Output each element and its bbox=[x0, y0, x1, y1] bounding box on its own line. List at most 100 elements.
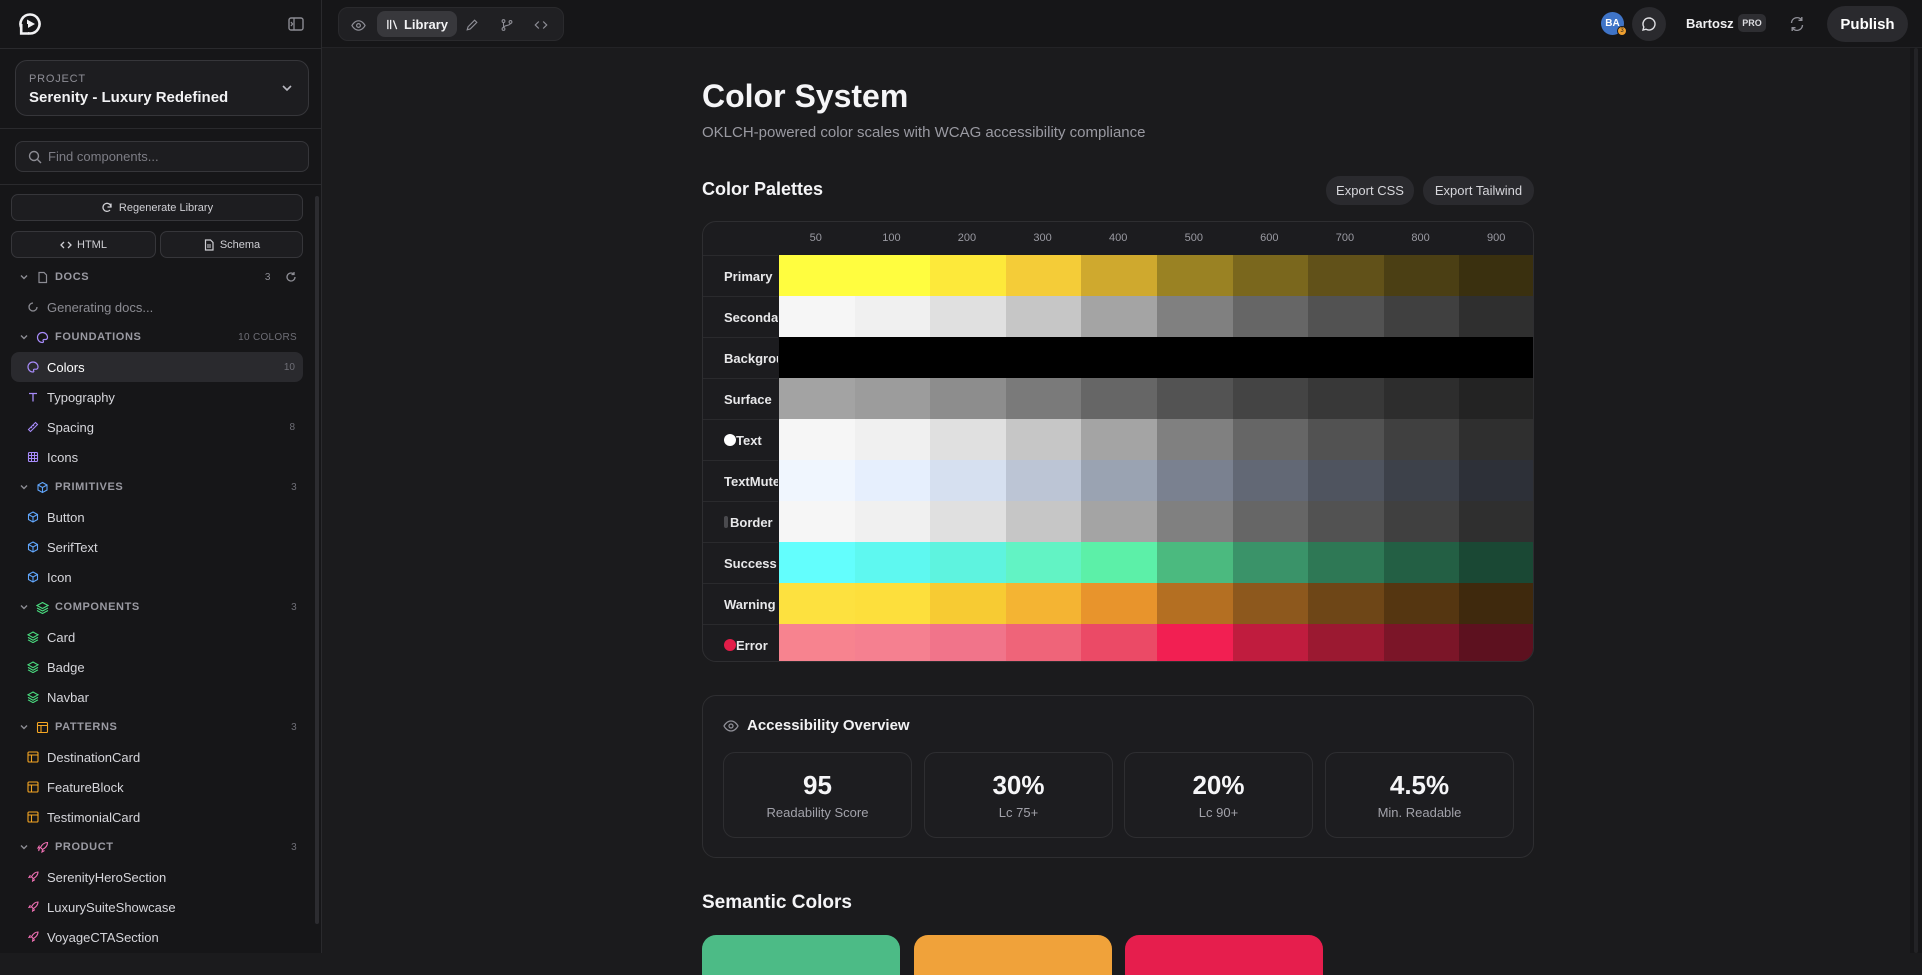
color-swatch-primary-600[interactable] bbox=[1232, 255, 1309, 296]
color-swatch-warning-400[interactable] bbox=[1081, 583, 1157, 624]
color-swatch-border-700[interactable] bbox=[1308, 501, 1384, 542]
export-tailwind-button[interactable]: Export Tailwind bbox=[1423, 176, 1534, 205]
nav-item-icon[interactable]: Icon bbox=[11, 562, 303, 592]
semantic-color-card-success[interactable] bbox=[702, 935, 900, 975]
color-swatch-surface-500[interactable] bbox=[1156, 378, 1233, 419]
color-swatch-warning-500[interactable] bbox=[1156, 583, 1233, 624]
color-swatch-surface-300[interactable] bbox=[1005, 378, 1082, 419]
color-swatch-background-700[interactable] bbox=[1308, 337, 1384, 378]
color-swatch-success-100[interactable] bbox=[854, 542, 931, 583]
nav-item-colors[interactable]: Colors 10 bbox=[11, 352, 303, 382]
schema-button[interactable]: Schema bbox=[160, 231, 303, 258]
color-swatch-warning-600[interactable] bbox=[1232, 583, 1309, 624]
publish-button[interactable]: Publish bbox=[1827, 6, 1908, 42]
color-swatch-border-800[interactable] bbox=[1383, 501, 1460, 542]
color-swatch-background-400[interactable] bbox=[1081, 337, 1157, 378]
color-swatch-error-200[interactable] bbox=[930, 624, 1006, 661]
color-swatch-text-300[interactable] bbox=[1005, 419, 1082, 460]
app-logo-icon[interactable] bbox=[18, 12, 42, 36]
search-input[interactable] bbox=[48, 142, 298, 171]
nav-item-badge[interactable]: Badge bbox=[11, 652, 303, 682]
color-swatch-surface-100[interactable] bbox=[854, 378, 931, 419]
section-product[interactable]: PRODUCT 3 bbox=[11, 832, 303, 862]
color-swatch-border-600[interactable] bbox=[1232, 501, 1309, 542]
color-swatch-secondary-300[interactable] bbox=[1005, 296, 1082, 337]
color-swatch-success-700[interactable] bbox=[1308, 542, 1384, 583]
color-swatch-text-400[interactable] bbox=[1081, 419, 1157, 460]
color-swatch-background-200[interactable] bbox=[930, 337, 1006, 378]
color-swatch-success-200[interactable] bbox=[930, 542, 1006, 583]
nav-item-serenityherosection[interactable]: SerenityHeroSection bbox=[11, 862, 303, 892]
color-swatch-error-800[interactable] bbox=[1383, 624, 1460, 661]
color-swatch-border-200[interactable] bbox=[930, 501, 1006, 542]
color-swatch-primary-400[interactable] bbox=[1081, 255, 1157, 296]
nav-item-featureblock[interactable]: FeatureBlock bbox=[11, 772, 303, 802]
color-swatch-background-100[interactable] bbox=[854, 337, 931, 378]
color-swatch-background-900[interactable] bbox=[1459, 337, 1533, 378]
color-swatch-background-600[interactable] bbox=[1232, 337, 1309, 378]
html-button[interactable]: HTML bbox=[11, 231, 156, 258]
color-swatch-error-700[interactable] bbox=[1308, 624, 1384, 661]
color-swatch-primary-800[interactable] bbox=[1383, 255, 1460, 296]
color-swatch-textmuted-700[interactable] bbox=[1308, 460, 1384, 501]
color-swatch-border-100[interactable] bbox=[854, 501, 931, 542]
color-swatch-textmuted-200[interactable] bbox=[930, 460, 1006, 501]
color-swatch-secondary-200[interactable] bbox=[930, 296, 1006, 337]
color-swatch-secondary-500[interactable] bbox=[1156, 296, 1233, 337]
color-swatch-border-400[interactable] bbox=[1081, 501, 1157, 542]
section-components[interactable]: COMPONENTS 3 bbox=[11, 592, 303, 622]
color-swatch-background-300[interactable] bbox=[1005, 337, 1082, 378]
color-swatch-secondary-400[interactable] bbox=[1081, 296, 1157, 337]
nav-item-icons[interactable]: Icons bbox=[11, 442, 303, 472]
main-scrollbar[interactable] bbox=[1910, 48, 1922, 953]
color-swatch-warning-100[interactable] bbox=[854, 583, 931, 624]
color-swatch-warning-700[interactable] bbox=[1308, 583, 1384, 624]
semantic-color-card-warning[interactable] bbox=[914, 935, 1112, 975]
color-swatch-border-500[interactable] bbox=[1156, 501, 1233, 542]
color-swatch-secondary-600[interactable] bbox=[1232, 296, 1309, 337]
sync-icon[interactable] bbox=[1788, 15, 1806, 33]
sidebar-collapse-icon[interactable] bbox=[287, 15, 305, 33]
color-swatch-success-600[interactable] bbox=[1232, 542, 1309, 583]
color-swatch-surface-800[interactable] bbox=[1383, 378, 1460, 419]
component-search[interactable] bbox=[15, 141, 309, 172]
color-swatch-primary-900[interactable] bbox=[1459, 255, 1533, 296]
color-swatch-warning-800[interactable] bbox=[1383, 583, 1460, 624]
color-swatch-border-900[interactable] bbox=[1459, 501, 1533, 542]
nav-item-button[interactable]: Button bbox=[11, 502, 303, 532]
color-swatch-success-400[interactable] bbox=[1081, 542, 1157, 583]
color-swatch-success-500[interactable] bbox=[1156, 542, 1233, 583]
color-swatch-textmuted-800[interactable] bbox=[1383, 460, 1460, 501]
nav-item-luxurysuiteshowcase[interactable]: LuxurySuiteShowcase bbox=[11, 892, 303, 922]
color-swatch-border-50[interactable] bbox=[779, 501, 855, 542]
color-swatch-text-200[interactable] bbox=[930, 419, 1006, 460]
color-swatch-text-900[interactable] bbox=[1459, 419, 1533, 460]
pencil-icon[interactable] bbox=[461, 14, 483, 36]
color-swatch-secondary-700[interactable] bbox=[1308, 296, 1384, 337]
color-swatch-background-800[interactable] bbox=[1383, 337, 1460, 378]
section-docs[interactable]: DOCS 3 bbox=[11, 262, 303, 292]
color-swatch-error-900[interactable] bbox=[1459, 624, 1533, 661]
color-swatch-surface-50[interactable] bbox=[779, 378, 855, 419]
nav-item-typography[interactable]: Typography bbox=[11, 382, 303, 412]
color-swatch-text-50[interactable] bbox=[779, 419, 855, 460]
color-swatch-surface-600[interactable] bbox=[1232, 378, 1309, 419]
library-tab[interactable]: Library bbox=[377, 11, 457, 37]
color-swatch-text-700[interactable] bbox=[1308, 419, 1384, 460]
nav-item-navbar[interactable]: Navbar bbox=[11, 682, 303, 712]
color-swatch-warning-200[interactable] bbox=[930, 583, 1006, 624]
semantic-color-card-error[interactable] bbox=[1125, 935, 1323, 975]
color-swatch-secondary-50[interactable] bbox=[779, 296, 855, 337]
color-swatch-primary-700[interactable] bbox=[1308, 255, 1384, 296]
color-swatch-primary-500[interactable] bbox=[1156, 255, 1233, 296]
regenerate-library-button[interactable]: Regenerate Library bbox=[11, 194, 303, 221]
color-swatch-primary-50[interactable] bbox=[779, 255, 855, 296]
color-swatch-primary-300[interactable] bbox=[1005, 255, 1082, 296]
color-swatch-surface-700[interactable] bbox=[1308, 378, 1384, 419]
color-swatch-secondary-900[interactable] bbox=[1459, 296, 1533, 337]
preview-eye-icon[interactable] bbox=[347, 14, 369, 36]
color-swatch-text-500[interactable] bbox=[1156, 419, 1233, 460]
color-swatch-warning-300[interactable] bbox=[1005, 583, 1082, 624]
project-selector[interactable]: PROJECT Serenity - Luxury Redefined bbox=[15, 60, 309, 116]
color-swatch-success-800[interactable] bbox=[1383, 542, 1460, 583]
